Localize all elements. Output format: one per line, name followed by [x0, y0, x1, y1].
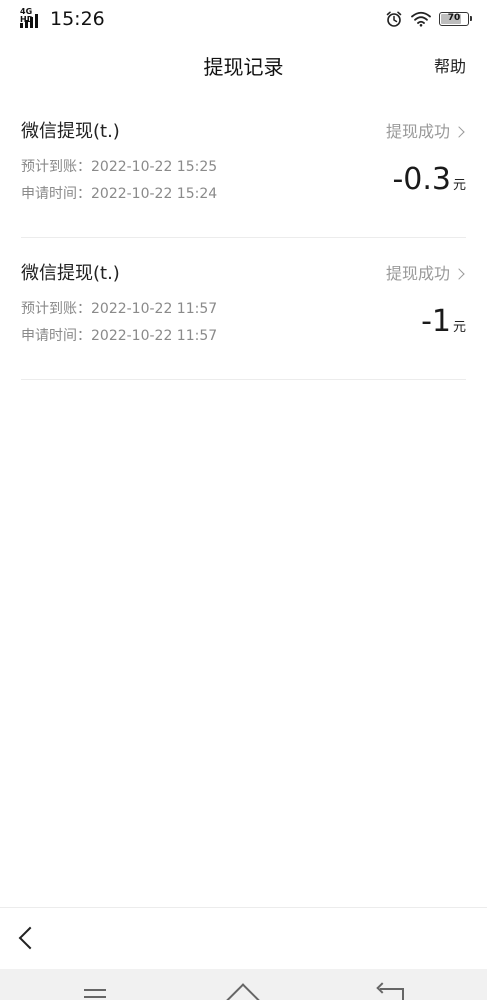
record-amount-unit: 元	[452, 178, 466, 193]
record-amount-value: -0.3	[392, 162, 451, 197]
signal-icon: 4G HD	[20, 8, 44, 28]
record-status[interactable]: 提现成功	[386, 122, 466, 142]
alarm-icon	[386, 11, 402, 27]
home-icon[interactable]	[223, 983, 263, 1000]
status-bar: 4G HD 15:26 70	[0, 0, 487, 40]
page-header: 提现记录 帮助	[0, 40, 487, 94]
menu-icon[interactable]	[84, 989, 106, 1000]
battery-icon: 70	[439, 12, 472, 26]
wifi-icon	[411, 11, 431, 27]
record-amount: -1 元	[421, 304, 466, 340]
chevron-right-icon	[453, 268, 465, 280]
record-status[interactable]: 提现成功	[386, 264, 466, 284]
battery-percent: 70	[447, 13, 461, 23]
help-button[interactable]: 帮助	[434, 56, 466, 78]
record-apply-time: 申请时间：2022-10-22 11:57	[21, 328, 218, 344]
status-time: 15:26	[50, 8, 105, 30]
record-status-label: 提现成功	[385, 122, 450, 141]
record-amount: -0.3 元	[392, 162, 466, 198]
bottom-toolbar	[0, 907, 487, 970]
withdraw-record-item[interactable]: 微信提现(t.) 提现成功 预计到账：2022-10-22 11:57 申请时间…	[21, 238, 466, 380]
system-nav-bar	[0, 969, 487, 1000]
record-name: 微信提现(t.)	[21, 263, 120, 284]
system-back-icon[interactable]	[380, 988, 404, 1000]
page-title: 提现记录	[203, 55, 284, 79]
record-name: 微信提现(t.)	[21, 121, 120, 142]
record-expected-time: 预计到账：2022-10-22 15:25	[21, 159, 218, 175]
record-amount-value: -1	[421, 304, 451, 339]
withdraw-record-item[interactable]: 微信提现(t.) 提现成功 预计到账：2022-10-22 15:25 申请时间…	[21, 96, 466, 238]
record-status-label: 提现成功	[385, 264, 450, 283]
status-icons: 70	[385, 9, 472, 29]
record-expected-time: 预计到账：2022-10-22 11:57	[21, 301, 218, 317]
record-apply-time: 申请时间：2022-10-22 15:24	[21, 186, 218, 202]
chevron-right-icon	[453, 126, 465, 138]
back-arrow-icon[interactable]	[18, 926, 42, 950]
record-amount-unit: 元	[452, 320, 466, 335]
